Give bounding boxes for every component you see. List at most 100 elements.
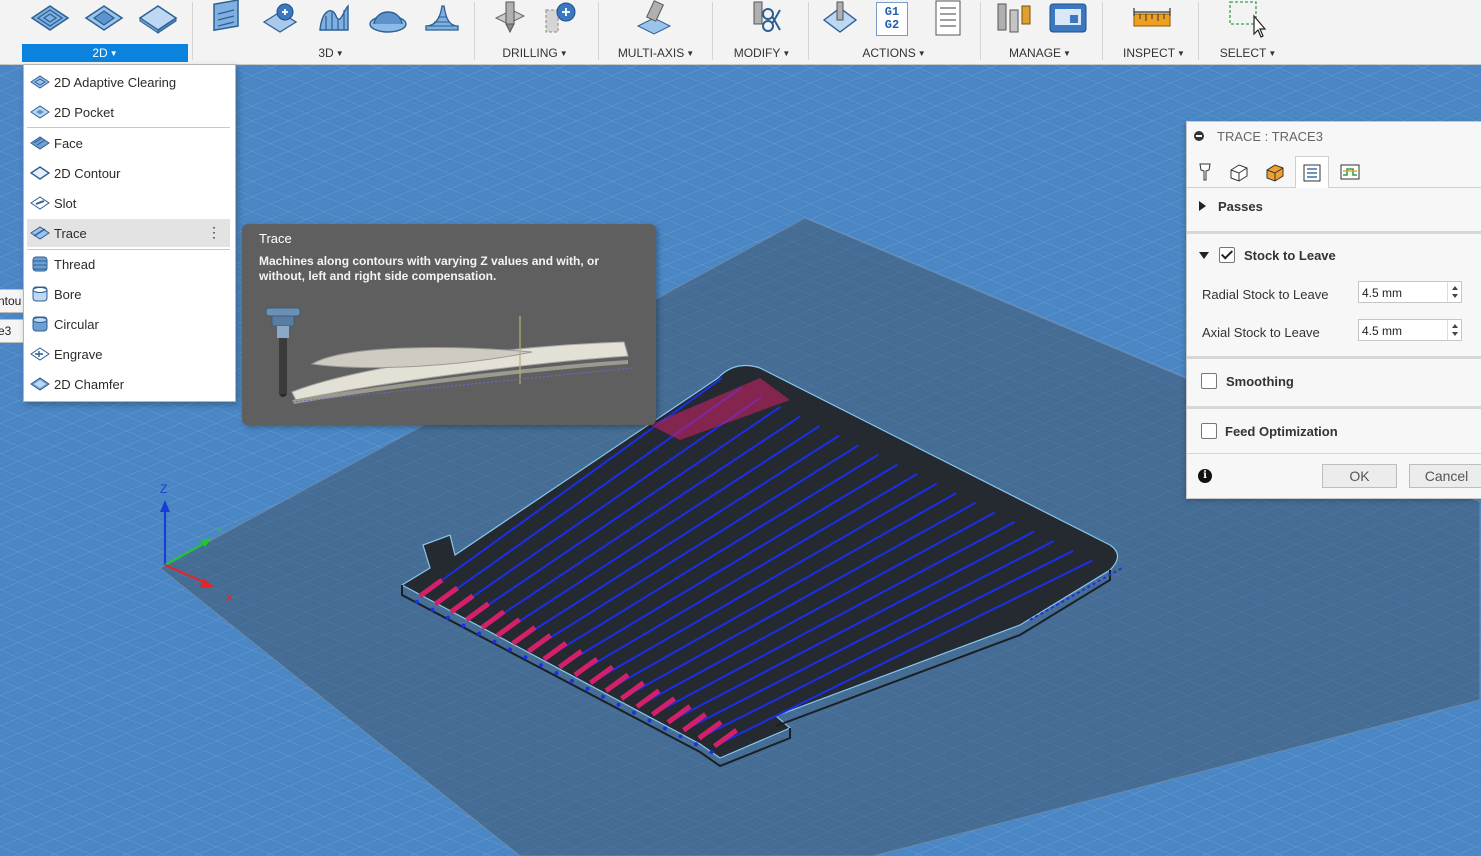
measure-icon[interactable]	[1130, 0, 1174, 38]
chevron-down-icon: ▼	[109, 49, 118, 58]
pocket-icon[interactable]	[82, 0, 126, 38]
drill-icon[interactable]	[486, 0, 530, 38]
menu-item-circular[interactable]: Circular	[27, 310, 230, 338]
engrave-icon	[30, 347, 50, 361]
section-divider	[1187, 356, 1481, 359]
actions-dropdown[interactable]: ACTIONS ▼	[852, 44, 936, 62]
passes-group-header[interactable]: Passes	[1187, 197, 1481, 219]
adaptive-3d-icon[interactable]	[204, 0, 248, 38]
manage-dropdown[interactable]: MANAGE ▼	[998, 44, 1082, 62]
post-process-icon[interactable]: G1 G2	[876, 2, 908, 36]
panel-title: TRACE : TRACE3	[1217, 129, 1323, 144]
parallel-icon[interactable]	[312, 0, 356, 38]
menu-item-trace[interactable]: Trace ⋮	[27, 219, 230, 247]
menu-item-label: Face	[54, 136, 83, 151]
feed-optimization-header[interactable]: Feed Optimization	[1187, 421, 1481, 443]
menu-item-2d-pocket[interactable]: 2D Pocket	[27, 98, 230, 126]
group-3d-dropdown[interactable]: 3D ▼	[306, 44, 356, 62]
face-icon[interactable]	[136, 0, 180, 38]
section-divider	[1187, 231, 1481, 234]
trace-tooltip: Trace Machines along contours with varyi…	[242, 224, 656, 425]
multi-axis-icon[interactable]	[632, 0, 676, 38]
axis-x-label: X	[226, 593, 233, 604]
scissors-icon[interactable]	[738, 0, 782, 38]
panel-tabs	[1187, 153, 1481, 188]
tab-tool[interactable]	[1189, 156, 1221, 186]
heights-tab-icon	[1266, 164, 1284, 182]
radial-stock-input[interactable]: 4.5 mm	[1358, 281, 1462, 303]
setup-sheet-icon[interactable]	[926, 0, 970, 38]
trace-icon	[30, 226, 50, 240]
axial-stock-input[interactable]: 4.5 mm	[1358, 319, 1462, 341]
plunge-point	[539, 663, 543, 668]
feed-optimization-checkbox[interactable]	[1201, 423, 1217, 439]
plunge-point	[647, 718, 652, 723]
separator	[598, 2, 599, 60]
menu-item-2d-adaptive-clearing[interactable]: 2D Adaptive Clearing	[27, 68, 230, 96]
plunge-point	[694, 742, 698, 747]
menu-item-2d-chamfer[interactable]: 2D Chamfer	[27, 370, 230, 398]
menu-item-thread[interactable]: Thread	[27, 250, 230, 278]
smoothing-checkbox[interactable]	[1201, 373, 1217, 389]
pocket-3d-icon[interactable]	[258, 0, 302, 38]
adaptive-clearing-icon[interactable]	[28, 0, 72, 38]
hole-recognition-icon[interactable]	[538, 0, 582, 38]
geometry-tab-icon	[1230, 164, 1248, 182]
menu-separator	[27, 127, 230, 128]
tool-library-icon[interactable]	[992, 0, 1036, 38]
group-modify: MODIFY ▼	[716, 0, 806, 64]
select-dropdown[interactable]: SELECT ▼	[1208, 44, 1288, 62]
menu-item-slot[interactable]: Slot	[27, 189, 230, 217]
radial-stock-label: Radial Stock to Leave	[1202, 287, 1329, 302]
passes-label: Passes	[1218, 199, 1263, 214]
collapse-panel-icon[interactable]	[1194, 131, 1204, 141]
separator	[1198, 2, 1199, 60]
tab-passes[interactable]	[1295, 156, 1329, 188]
stock-to-leave-checkbox[interactable]	[1219, 247, 1235, 263]
multi-axis-dropdown[interactable]: MULTI-AXIS ▼	[608, 44, 704, 62]
tab-linking[interactable]	[1333, 156, 1365, 186]
thread-icon	[32, 256, 48, 272]
group-drilling: DRILLING ▼	[478, 0, 594, 64]
tool-tab-icon	[1199, 163, 1211, 181]
group-3d-label: 3D	[318, 46, 334, 60]
menu-item-face[interactable]: Face	[27, 129, 230, 157]
menu-item-engrave[interactable]: Engrave	[27, 340, 230, 368]
group-2d: 2D ▼	[20, 0, 188, 64]
plunge-point	[678, 734, 683, 739]
browser-tab-trace3[interactable]: e3	[0, 319, 25, 343]
spinner-icon[interactable]	[1447, 282, 1461, 302]
contour-3d-icon[interactable]	[366, 0, 410, 38]
plunge-point	[430, 607, 435, 612]
group-2d-dropdown[interactable]: 2D ▼	[22, 44, 188, 62]
info-icon[interactable]: i	[1198, 469, 1212, 483]
plunge-point	[461, 623, 466, 628]
radial-stock-value: 4.5 mm	[1362, 286, 1403, 300]
menu-item-bore[interactable]: Bore	[27, 280, 230, 308]
separator	[980, 2, 981, 60]
menu-item-label: Slot	[54, 196, 77, 211]
browser-tab-contour[interactable]: ntou	[0, 289, 25, 313]
smoothing-header[interactable]: Smoothing	[1187, 371, 1481, 393]
ok-button[interactable]: OK	[1322, 464, 1397, 488]
multi-axis-label: MULTI-AXIS	[617, 46, 685, 60]
simulate-icon[interactable]	[818, 0, 862, 38]
pocket-icon	[30, 105, 50, 119]
chevron-down-icon: ▼	[782, 49, 791, 58]
expand-icon	[1199, 201, 1206, 211]
menu-item-2d-contour[interactable]: 2D Contour	[27, 159, 230, 187]
tab-heights[interactable]	[1259, 156, 1291, 186]
plunge-point	[570, 679, 574, 683]
spinner-icon[interactable]	[1447, 320, 1461, 340]
select-icon[interactable]	[1224, 0, 1268, 38]
stock-to-leave-header[interactable]: Stock to Leave	[1187, 246, 1481, 268]
machine-library-icon[interactable]	[1046, 0, 1090, 38]
tab-geometry[interactable]	[1223, 156, 1255, 186]
inspect-dropdown[interactable]: INSPECT ▼	[1114, 44, 1194, 62]
modify-dropdown[interactable]: MODIFY ▼	[722, 44, 802, 62]
more-options-icon[interactable]: ⋮	[207, 224, 221, 241]
scallop-icon[interactable]	[420, 0, 464, 38]
group-3d: 3D ▼	[196, 0, 466, 64]
drilling-dropdown[interactable]: DRILLING ▼	[490, 44, 580, 62]
cancel-button[interactable]: Cancel	[1409, 464, 1481, 488]
